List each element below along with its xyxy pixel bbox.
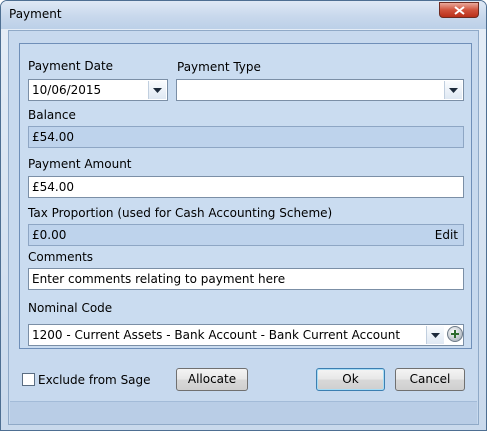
- balance-value: £54.00: [32, 130, 74, 144]
- add-nominal-code-button[interactable]: [447, 326, 463, 342]
- nominal-code-label: Nominal Code: [28, 301, 113, 315]
- payment-type-select[interactable]: [176, 79, 464, 101]
- dialog-body: Payment Date 10/06/2015 Payment Type Bal…: [8, 30, 479, 425]
- payment-type-label: Payment Type: [177, 60, 261, 74]
- ok-button[interactable]: Ok: [316, 368, 385, 391]
- payment-amount-label: Payment Amount: [28, 157, 132, 171]
- payment-type-dropdown-button[interactable]: [444, 81, 462, 99]
- allocate-button[interactable]: Allocate: [176, 368, 248, 391]
- payment-date-field[interactable]: 10/06/2015: [28, 79, 168, 101]
- cancel-button[interactable]: Cancel: [395, 368, 465, 391]
- payment-window: Payment Payment Date 10/06/2015 Payment …: [0, 0, 487, 431]
- tax-proportion-label: Tax Proportion (used for Cash Accounting…: [28, 206, 333, 220]
- title-bar[interactable]: Payment: [1, 1, 486, 29]
- status-strip: [10, 401, 477, 424]
- balance-field: £54.00: [28, 126, 464, 148]
- nominal-code-value: 1200 - Current Assets - Bank Account - B…: [32, 328, 401, 342]
- close-icon: [454, 6, 465, 15]
- payment-amount-value: £54.00: [32, 180, 74, 194]
- payment-date-label: Payment Date: [28, 59, 114, 73]
- nominal-code-select[interactable]: 1200 - Current Assets - Bank Account - B…: [28, 324, 464, 346]
- payment-date-value: 10/06/2015: [32, 83, 102, 97]
- exclude-from-sage-label: Exclude from Sage: [38, 373, 151, 387]
- add-icon: [451, 330, 459, 338]
- dropdown-arrow-icon: [153, 88, 162, 93]
- tax-edit-link[interactable]: Edit: [435, 228, 458, 242]
- close-button[interactable]: [439, 2, 479, 18]
- exclude-from-sage-checkbox[interactable]: [22, 373, 35, 386]
- balance-label: Balance: [28, 108, 76, 122]
- payment-amount-input[interactable]: £54.00: [28, 176, 464, 198]
- payment-date-dropdown-button[interactable]: [148, 81, 166, 99]
- tax-proportion-value: £0.00: [32, 228, 67, 242]
- tax-proportion-field: £0.00 Edit: [28, 224, 464, 246]
- window-title: Payment: [9, 7, 62, 21]
- comments-input[interactable]: Enter comments relating to payment here: [28, 268, 464, 290]
- comments-value: Enter comments relating to payment here: [32, 272, 286, 286]
- comments-label: Comments: [28, 250, 94, 264]
- form-panel: Payment Date 10/06/2015 Payment Type Bal…: [19, 43, 472, 349]
- nominal-code-dropdown-button[interactable]: [426, 326, 444, 344]
- dropdown-arrow-icon: [449, 88, 458, 93]
- dropdown-arrow-icon: [431, 333, 440, 338]
